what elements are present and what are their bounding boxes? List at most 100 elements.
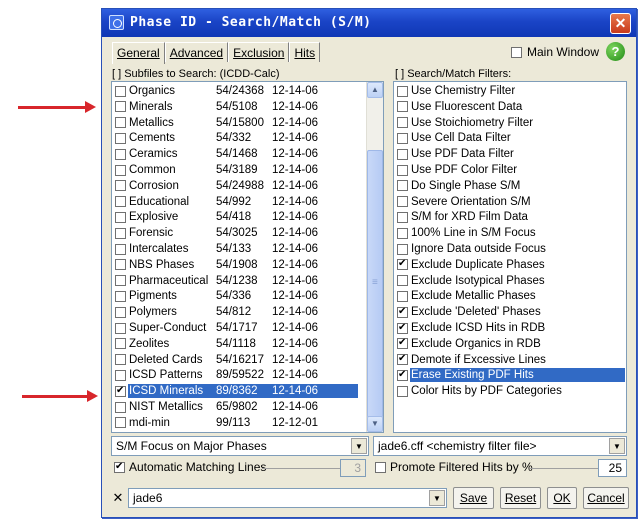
subfile-checkbox[interactable] [115, 259, 126, 271]
subfile-checkbox[interactable] [115, 354, 126, 366]
subfile-checkbox[interactable] [115, 417, 126, 429]
subfile-row[interactable]: Pharmaceutical 54/1238 12-14-06 [112, 273, 383, 289]
subfile-checkbox[interactable] [115, 164, 126, 176]
clear-icon[interactable]: ✕ [110, 489, 126, 507]
auto-lines-value[interactable]: 3 [340, 459, 366, 477]
subfiles-list[interactable]: Organics 54/24368 12-14-06 Minerals 54/5108 1… [111, 81, 384, 433]
subfile-checkbox[interactable] [115, 275, 126, 287]
tab-exclusion[interactable]: Exclusion [228, 42, 290, 62]
subfile-checkbox[interactable] [115, 369, 126, 381]
promote-value[interactable]: 25 [598, 459, 627, 477]
title-bar[interactable]: Phase ID - Search/Match (S/M) ✕ [102, 9, 636, 37]
filter-row[interactable]: Use Stoichiometry Filter [394, 115, 626, 131]
chevron-down-icon[interactable]: ▼ [609, 438, 625, 454]
filter-checkbox[interactable] [397, 117, 408, 129]
subfile-checkbox[interactable] [115, 211, 126, 223]
cancel-button[interactable]: Cancel [583, 487, 629, 509]
filter-checkbox[interactable] [397, 132, 408, 144]
filter-file-select[interactable]: jade6.cff <chemistry filter file> ▼ [373, 436, 627, 456]
chevron-down-icon[interactable]: ▼ [351, 438, 367, 454]
subfile-checkbox[interactable] [115, 290, 126, 302]
filter-checkbox[interactable] [397, 385, 408, 397]
subfile-row[interactable]: Metallics 54/15800 12-14-06 [112, 115, 383, 131]
chevron-down-icon[interactable]: ▼ [429, 490, 445, 506]
subfile-checkbox[interactable] [115, 196, 126, 208]
subfile-row[interactable]: NIST Metallics 65/9802 12-14-06 [112, 399, 383, 415]
subfile-row[interactable]: Intercalates 54/133 12-14-06 [112, 241, 383, 257]
tab-hits[interactable]: Hits [289, 42, 321, 62]
filter-row[interactable]: Ignore Data outside Focus [394, 241, 626, 257]
filter-row[interactable]: Erase Existing PDF Hits [394, 367, 626, 383]
auto-lines-slider[interactable] [262, 468, 340, 469]
subfile-row[interactable]: Super-Conduct 54/1717 12-14-06 [112, 320, 383, 336]
filter-checkbox[interactable] [397, 227, 408, 239]
filter-row[interactable]: 100% Line in S/M Focus [394, 225, 626, 241]
subfile-checkbox[interactable] [115, 132, 126, 144]
filter-checkbox[interactable] [397, 337, 408, 350]
main-window-checkbox[interactable] [511, 46, 522, 58]
filter-checkbox[interactable] [397, 211, 408, 223]
subfile-row[interactable]: Ceramics 54/1468 12-14-06 [112, 146, 383, 162]
subfile-row[interactable]: Explosive 54/418 12-14-06 [112, 209, 383, 225]
filter-checkbox[interactable] [397, 322, 408, 334]
filter-row[interactable]: Use Fluorescent Data [394, 99, 626, 115]
filter-row[interactable]: Exclude 'Deleted' Phases [394, 304, 626, 320]
filter-row[interactable]: Exclude Metallic Phases [394, 288, 626, 304]
filter-row[interactable]: Use PDF Data Filter [394, 146, 626, 162]
filter-row[interactable]: Exclude Isotypical Phases [394, 273, 626, 289]
main-window-toggle[interactable]: Main Window [511, 45, 599, 59]
subfile-checkbox[interactable] [115, 385, 126, 397]
subfile-row[interactable]: Forensic 54/3025 12-14-06 [112, 225, 383, 241]
scroll-thumb[interactable] [367, 150, 383, 418]
close-button[interactable]: ✕ [610, 13, 631, 34]
subfile-checkbox[interactable] [115, 322, 126, 334]
save-button[interactable]: Save [453, 487, 494, 509]
profile-select[interactable]: jade6 ▼ [128, 488, 447, 508]
tab-advanced[interactable]: Advanced [164, 42, 229, 62]
filter-row[interactable]: Exclude Duplicate Phases [394, 257, 626, 273]
subfile-checkbox[interactable] [115, 338, 126, 350]
filter-checkbox[interactable] [397, 85, 408, 97]
subfile-row[interactable]: Corrosion 54/24988 12-14-06 [112, 178, 383, 194]
filter-row[interactable]: Use Chemistry Filter [394, 83, 626, 99]
filter-row[interactable]: S/M for XRD Film Data [394, 209, 626, 225]
filter-checkbox[interactable] [397, 180, 408, 192]
subfile-checkbox[interactable] [115, 101, 126, 113]
reset-button[interactable]: Reset [500, 487, 541, 509]
filter-row[interactable]: Use Cell Data Filter [394, 130, 626, 146]
subfile-checkbox[interactable] [115, 306, 126, 318]
filter-row[interactable]: Exclude ICSD Hits in RDB [394, 320, 626, 336]
subfile-checkbox[interactable] [115, 401, 126, 413]
subfile-checkbox[interactable] [115, 227, 126, 239]
scroll-up-button[interactable]: ▲ [367, 82, 383, 98]
subfile-row[interactable]: ICSD Patterns 89/59522 12-14-06 [112, 367, 383, 383]
subfile-row[interactable]: Cements 54/332 12-14-06 [112, 130, 383, 146]
subfiles-scrollbar[interactable]: ▲ ▼ [366, 82, 383, 432]
filter-row[interactable]: Demote if Excessive Lines [394, 352, 626, 368]
subfile-row[interactable]: Pigments 54/336 12-14-06 [112, 288, 383, 304]
subfile-row[interactable]: Common 54/3189 12-14-06 [112, 162, 383, 178]
filter-row[interactable]: Color Hits by PDF Categories [394, 383, 626, 399]
filter-checkbox[interactable] [397, 275, 408, 287]
help-icon[interactable]: ? [606, 42, 625, 61]
focus-select[interactable]: S/M Focus on Major Phases ▼ [111, 436, 369, 456]
subfile-row[interactable]: Educational 54/992 12-14-06 [112, 194, 383, 210]
filter-row[interactable]: Use PDF Color Filter [394, 162, 626, 178]
ok-button[interactable]: OK [547, 487, 577, 509]
subfile-checkbox[interactable] [115, 180, 126, 192]
filter-checkbox[interactable] [397, 148, 408, 160]
filter-row[interactable]: Do Single Phase S/M [394, 178, 626, 194]
auto-lines-checkbox[interactable] [114, 461, 125, 473]
filter-checkbox[interactable] [397, 290, 408, 302]
filter-checkbox[interactable] [397, 243, 408, 255]
filter-row[interactable]: Exclude Organics in RDB [394, 336, 626, 352]
promote-checkbox[interactable] [375, 461, 386, 473]
subfile-row[interactable]: Deleted Cards 54/16217 12-14-06 [112, 352, 383, 368]
filter-checkbox[interactable] [397, 164, 408, 176]
filter-checkbox[interactable] [397, 196, 408, 208]
subfile-row[interactable]: NBS Phases 54/1908 12-14-06 [112, 257, 383, 273]
promote-slider[interactable] [530, 468, 598, 469]
subfile-checkbox[interactable] [115, 85, 126, 97]
filter-checkbox[interactable] [397, 258, 408, 271]
filter-checkbox[interactable] [397, 306, 408, 318]
